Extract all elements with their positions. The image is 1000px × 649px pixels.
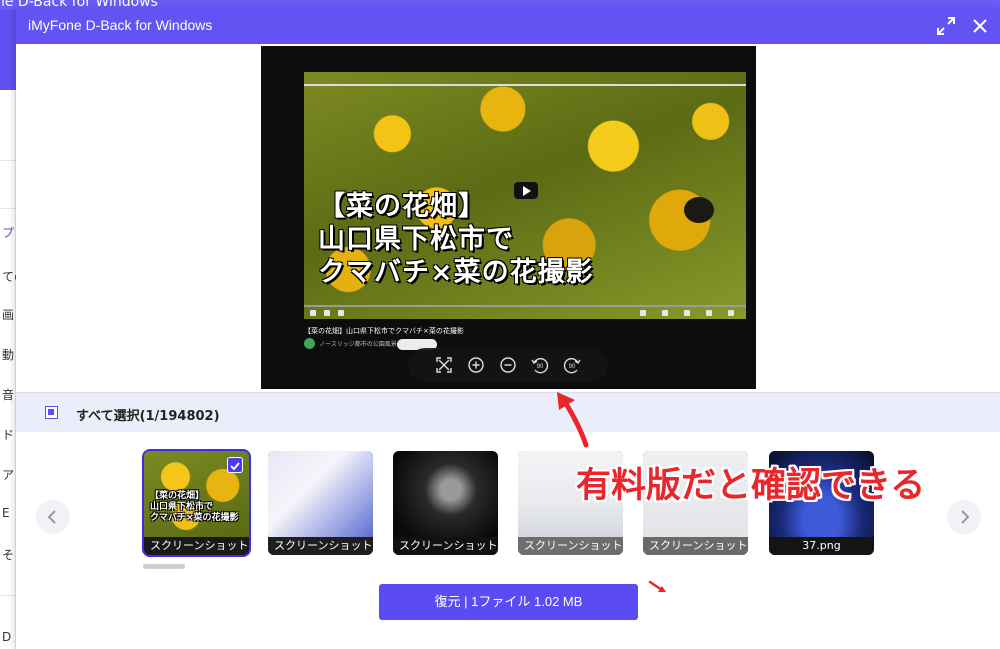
- next-arrow[interactable]: [947, 500, 981, 534]
- thumbnail-caption: 【菜の花畑】 山口県下松市で クマバチ×菜の花撮影: [150, 491, 239, 523]
- background-header: [0, 10, 16, 90]
- modal-titlebar: iMyFone D-Back for Windows: [16, 8, 1000, 44]
- sidebar-item[interactable]: D: [2, 630, 16, 644]
- annotation-mark-icon: [648, 580, 666, 592]
- video-frame: 【菜の花畑】 山口県下松市で クマバチ×菜の花撮影: [304, 72, 746, 319]
- select-all-bar: すべて選択(1/194802): [16, 392, 1000, 432]
- preview-image: 【菜の花畑】 山口県下松市で クマバチ×菜の花撮影 【菜の花畑】山口県下松市でク…: [261, 46, 756, 389]
- rotate-left-label: 90: [537, 364, 544, 370]
- chevron-right-icon: [961, 510, 970, 524]
- video-top-line: [304, 84, 746, 86]
- next-control-icon: [324, 310, 330, 316]
- thumbnail-label: 37.png: [769, 537, 874, 555]
- restore-button[interactable]: 復元 | 1ファイル 1.02 MB: [379, 584, 638, 620]
- background-sidebar: プ ての 画 動 音 ド ア E そ D: [0, 90, 16, 649]
- annotation-text: 有料版だと確認できる: [576, 466, 926, 506]
- channel-name: ノースリッジ都市の公園風景: [319, 341, 397, 348]
- rotate-left-90-icon[interactable]: 90: [530, 355, 550, 375]
- thumbnail-label: スクリーンショット ...: [518, 537, 623, 555]
- video-page-title: 【菜の花畑】山口県下松市でクマバチ×菜の花撮影: [304, 327, 464, 335]
- thumbnail-label: スクリーンショット ...: [393, 537, 498, 555]
- thumbnail-scroll-indicator[interactable]: [143, 564, 185, 569]
- thumbnail-image: [268, 451, 373, 537]
- close-icon[interactable]: [968, 14, 992, 38]
- subtitles-control-icon: [662, 310, 668, 316]
- modal-title: iMyFone D-Back for Windows: [28, 17, 213, 33]
- sidebar-item[interactable]: プ: [2, 224, 16, 241]
- sidebar-item[interactable]: 動: [2, 346, 16, 363]
- select-all-label: すべて選択(1/194802): [76, 409, 220, 424]
- previous-arrow[interactable]: [36, 500, 70, 534]
- sidebar-item[interactable]: ての: [2, 268, 16, 285]
- fit-screen-icon[interactable]: [434, 355, 454, 375]
- sidebar-item[interactable]: E: [2, 506, 16, 520]
- sidebar-item[interactable]: 音: [2, 386, 16, 403]
- channel-avatar: [304, 338, 315, 349]
- select-all-checkbox[interactable]: [45, 406, 58, 419]
- zoom-toolbar: 90 90: [408, 348, 608, 382]
- rotate-right-90-icon[interactable]: 90: [562, 355, 582, 375]
- video-caption: 【菜の花畑】 山口県下松市で クマバチ×菜の花撮影: [318, 191, 594, 288]
- volume-control-icon: [338, 310, 344, 316]
- chevron-left-icon: [47, 510, 56, 524]
- expand-icon[interactable]: [934, 14, 958, 38]
- miniplayer-control-icon: [706, 310, 712, 316]
- play-icon: [514, 182, 538, 199]
- zoom-out-icon[interactable]: [498, 355, 518, 375]
- annotation-arrow-icon: [557, 392, 589, 448]
- sidebar-item[interactable]: 画: [2, 306, 16, 323]
- divider: [0, 595, 16, 596]
- thumbnail-label: スクリーンショット ...: [268, 537, 373, 555]
- thumbnail-item[interactable]: 【菜の花畑】 山口県下松市で クマバチ×菜の花撮影 スクリーンショット ...: [142, 449, 251, 557]
- preview-modal: iMyFone D-Back for Windows 【菜の花畑】 山口県下松市…: [16, 8, 1000, 649]
- thumbnail-item[interactable]: スクリーンショット ...: [393, 451, 498, 555]
- thumbnail-label: スクリーンショット ...: [643, 537, 748, 555]
- rotate-right-label: 90: [569, 364, 576, 370]
- divider: [0, 160, 16, 161]
- zoom-in-icon[interactable]: [466, 355, 486, 375]
- play-control-icon: [310, 310, 316, 316]
- video-controls: [310, 310, 740, 318]
- video-progress-bar: [304, 305, 746, 307]
- thumbnail-image: [393, 451, 498, 537]
- sidebar-item[interactable]: ド: [2, 426, 16, 443]
- fullscreen-control-icon: [728, 310, 734, 316]
- autoplay-control-icon: [640, 310, 646, 316]
- thumbnail-label: スクリーンショット ...: [144, 537, 249, 555]
- bee-image: [684, 197, 714, 223]
- sidebar-item[interactable]: そ: [2, 546, 16, 563]
- divider: [0, 208, 16, 209]
- settings-control-icon: [684, 310, 690, 316]
- thumbnail-item[interactable]: スクリーンショット ...: [268, 451, 373, 555]
- sidebar-item[interactable]: ア: [2, 466, 16, 483]
- thumbnail-checkbox[interactable]: [227, 457, 243, 473]
